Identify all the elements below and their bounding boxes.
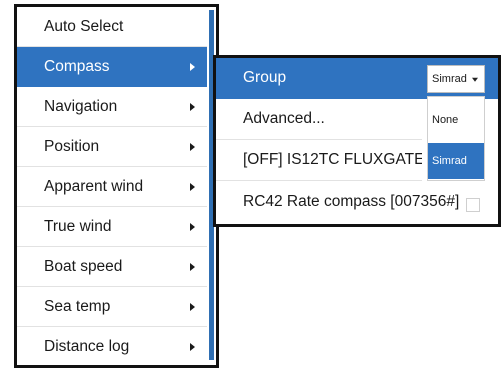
compass-submenu: Group Advanced... [OFF] IS12TC FLUXGATE … bbox=[213, 55, 501, 227]
submenu-item-source-fluxgate[interactable]: [OFF] IS12TC FLUXGATE [001 bbox=[216, 140, 422, 181]
chevron-right-icon bbox=[190, 62, 195, 71]
option-simrad[interactable]: Simrad bbox=[428, 143, 484, 179]
submenu-item-label: Group bbox=[243, 69, 287, 86]
menu-item-true-wind[interactable]: True wind bbox=[17, 207, 207, 247]
submenu-item-label: Advanced... bbox=[243, 110, 325, 127]
menu-item-label: Apparent wind bbox=[44, 177, 144, 195]
option-label: Simrad bbox=[432, 155, 467, 167]
menu-item-boat-speed[interactable]: Boat speed bbox=[17, 247, 207, 287]
submenu-item-source-rate-compass[interactable]: RC42 Rate compass [007356#] bbox=[216, 181, 498, 222]
menu-item-label: Auto Select bbox=[44, 17, 124, 35]
menu-item-label: Boat speed bbox=[44, 257, 123, 275]
rate-compass-checkbox[interactable] bbox=[466, 198, 480, 212]
menu-item-label: Navigation bbox=[44, 97, 118, 115]
menu-item-distance-log[interactable]: Distance log bbox=[17, 327, 207, 367]
menu-item-apparent-wind[interactable]: Apparent wind bbox=[17, 167, 207, 207]
menu-item-navigation[interactable]: Navigation bbox=[17, 87, 207, 127]
source-category-menu: Auto Select Compass Navigation Position … bbox=[14, 4, 219, 368]
menu-item-label: Position bbox=[44, 137, 100, 155]
menu-item-auto-select[interactable]: Auto Select bbox=[17, 7, 207, 47]
group-select-options: None Simrad bbox=[427, 96, 485, 181]
submenu-item-advanced[interactable]: Advanced... bbox=[216, 99, 422, 140]
caret-down-icon bbox=[472, 77, 478, 82]
chevron-right-icon bbox=[190, 182, 195, 191]
option-label: None bbox=[432, 114, 459, 126]
submenu-item-label: [OFF] IS12TC FLUXGATE [001 bbox=[243, 151, 422, 168]
chevron-right-icon bbox=[190, 343, 195, 351]
chevron-right-icon bbox=[190, 102, 195, 111]
chevron-right-icon bbox=[190, 302, 195, 311]
option-none[interactable]: None bbox=[428, 102, 484, 138]
menu-item-label: Distance log bbox=[44, 338, 130, 355]
menu-item-label: Compass bbox=[44, 57, 110, 75]
group-select-value: Simrad bbox=[432, 73, 467, 85]
menu-item-sea-temp[interactable]: Sea temp bbox=[17, 287, 207, 327]
menu-item-compass[interactable]: Compass bbox=[17, 47, 207, 87]
menu-item-label: True wind bbox=[44, 217, 112, 235]
submenu-item-label: RC42 Rate compass [007356#] bbox=[243, 192, 460, 210]
menu-item-label: Sea temp bbox=[44, 297, 111, 315]
chevron-right-icon bbox=[190, 222, 195, 231]
chevron-right-icon bbox=[190, 142, 195, 151]
chevron-right-icon bbox=[190, 262, 195, 271]
group-select[interactable]: Simrad bbox=[427, 65, 485, 93]
menu-item-position[interactable]: Position bbox=[17, 127, 207, 167]
